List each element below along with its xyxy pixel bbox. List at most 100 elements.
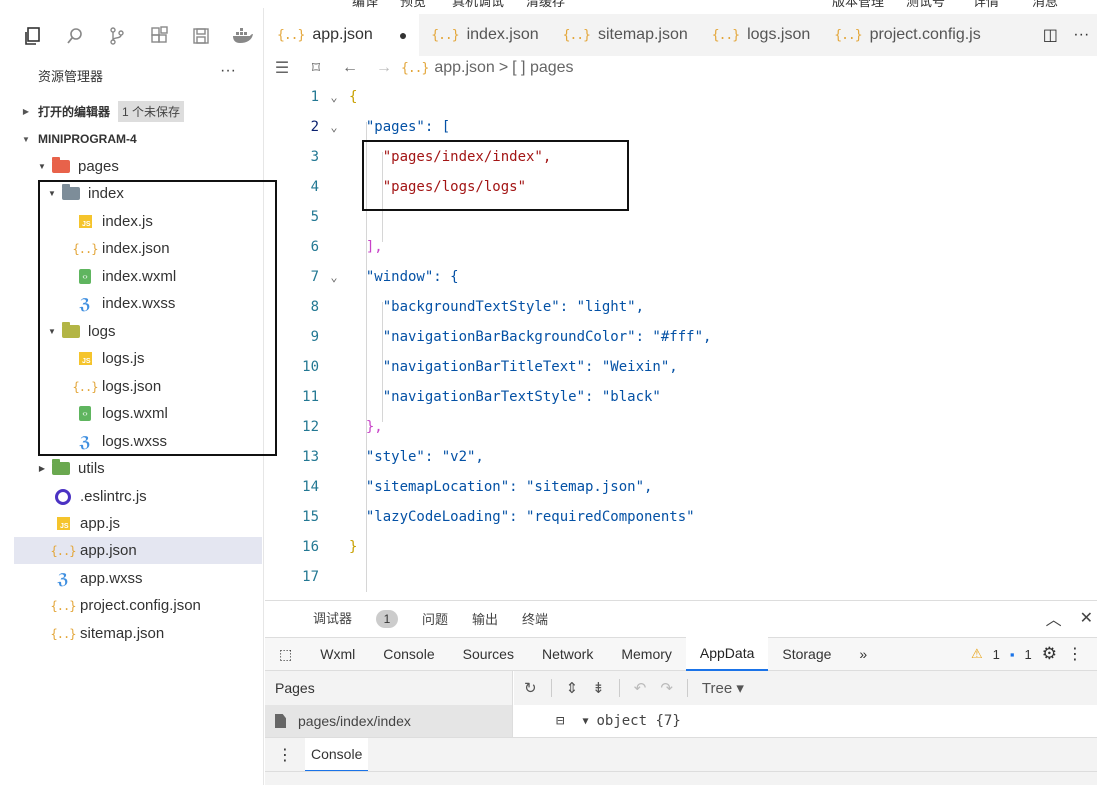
tree-file-sitemap[interactable]: {..} sitemap.json (50, 620, 262, 647)
tab-storage[interactable]: Storage (768, 637, 845, 671)
back-arrow-icon[interactable]: ← (333, 59, 367, 77)
folder-icon (50, 157, 72, 175)
code-line: 6 ], (310, 239, 383, 255)
message-icon[interactable]: ▪ (1010, 647, 1015, 662)
object-node[interactable]: object {7} (596, 713, 680, 729)
code-line: 2 ⌄ "pages": [ (310, 119, 451, 135)
json-file-icon: {..} (834, 27, 862, 43)
code-editor[interactable]: 1 ⌄ { 2 ⌄ "pages": [ 3 "pages/index/index"… (265, 82, 1097, 592)
tab-sources[interactable]: Sources (449, 637, 528, 671)
devtools-panel-tabs: ⬚ Wxml Console Sources Network Memory Ap… (265, 637, 1097, 671)
refresh-icon[interactable]: ↻ (524, 679, 537, 697)
split-editor-icon[interactable]: ◫ (1043, 25, 1058, 45)
tab-project-config[interactable]: {..} project.config.js (822, 14, 993, 56)
outline-list-icon[interactable]: ☰ (265, 58, 299, 78)
devtools-top-tabs: 调试器 1 问题 输出 终端 ︿ ✕ (265, 601, 1097, 635)
devtools-panel: 调试器 1 问题 输出 终端 ︿ ✕ ⬚ Wxml Console Sources… (265, 600, 1097, 785)
json-file-icon: {..} (50, 543, 77, 558)
tree-file-app-js[interactable]: JS app.js (52, 510, 262, 537)
wxss-file-icon: ℨ (57, 569, 69, 588)
more-actions-icon[interactable]: ··· (1073, 26, 1089, 44)
tab-console[interactable]: Console (369, 637, 448, 671)
pages-list-item[interactable]: pages/index/index (265, 705, 513, 737)
top-menu-strip: 编译 预览 真机调试 清缓存 版本管理 测试号 详情 消息 (0, 0, 1097, 8)
tree-folder-pages[interactable]: ▼ pages (34, 153, 262, 180)
tree-folder-utils[interactable]: ▶ utils (34, 455, 262, 482)
menu-compile[interactable]: 编译 (352, 0, 378, 8)
unsaved-badge: 1 个未保存 (118, 100, 185, 122)
tab-sitemap-json[interactable]: {..} sitemap.json (550, 14, 700, 56)
breadcrumb-file[interactable]: app.json (434, 59, 495, 77)
code-line: 17 (302, 569, 319, 585)
expand-all-icon[interactable]: ⇕ (566, 679, 579, 697)
fold-chevron-icon: ⌄ (330, 120, 338, 134)
tab-appdata[interactable]: AppData (685, 637, 769, 671)
collapse-all-icon[interactable]: ⇟ (592, 679, 605, 697)
project-section[interactable]: ▼ MINIPROGRAM-4 (14, 126, 262, 152)
tab-app-json[interactable]: {..} app.json ● (265, 14, 420, 56)
tab-memory[interactable]: Memory (607, 637, 686, 671)
breadcrumb-sep: > (498, 59, 509, 76)
unsaved-dot-icon[interactable]: ● (399, 27, 407, 43)
chevron-up-icon[interactable]: ︿ (1046, 606, 1062, 630)
menu-test-account[interactable]: 测试号 (906, 0, 945, 8)
tab-debugger[interactable]: 调试器 1 (289, 608, 399, 628)
node-menu-icon[interactable]: ⊟ (556, 713, 564, 729)
explorer-panel: 资源管理器 ··· ▶ 打开的编辑器 1 个未保存 ▼ MINIPROGRAM-… (0, 8, 277, 785)
menu-details[interactable]: 详情 (973, 0, 999, 8)
json-file-icon: {..} (711, 27, 740, 43)
tree-mode-select[interactable]: Tree ▾ (702, 679, 744, 697)
chevron-right-icon: ▶ (38, 464, 46, 473)
annotation-box-tree (38, 180, 277, 456)
code-line: 11 "navigationBarTextStyle": "black" (302, 389, 661, 405)
gear-icon[interactable]: ⚙ (1042, 644, 1057, 664)
close-icon[interactable]: ✕ (1080, 608, 1093, 628)
breadcrumb-node[interactable]: [ ] pages (512, 59, 573, 77)
menu-version[interactable]: 版本管理 (832, 0, 884, 8)
forward-arrow-icon[interactable]: → (367, 59, 401, 77)
tab-index-json[interactable]: {..} index.json (419, 14, 551, 56)
extensions-icon[interactable] (140, 22, 178, 50)
document-icon (275, 714, 286, 728)
json-file-icon: {..} (50, 626, 77, 641)
kebab-menu-icon[interactable]: ⋮ (1067, 644, 1083, 664)
save-icon[interactable] (182, 22, 220, 50)
fold-chevron-icon: ⌄ (330, 270, 338, 284)
tab-output[interactable]: 输出 (472, 609, 498, 628)
bookmark-icon[interactable]: ⌑ (299, 58, 333, 78)
menu-clear-cache[interactable]: 清缓存 (526, 0, 565, 8)
eslint-file-icon (52, 488, 74, 505)
json-file-icon: {..} (401, 60, 429, 76)
tab-console-drawer[interactable]: Console (305, 737, 369, 772)
tab-problems[interactable]: 问题 (422, 609, 448, 628)
tab-logs-json[interactable]: {..} logs.json (699, 14, 823, 56)
open-editors-section[interactable]: ▶ 打开的编辑器 1 个未保存 (14, 98, 262, 124)
code-line: 13 "style": "v2", (302, 449, 484, 465)
explorer-more-icon[interactable]: ··· (220, 62, 236, 80)
chevron-down-icon[interactable]: ▼ (582, 716, 588, 727)
kebab-menu-icon[interactable]: ⋮ (265, 745, 305, 765)
source-control-icon[interactable] (98, 22, 136, 50)
docker-icon[interactable] (224, 22, 262, 50)
debugger-count-badge: 1 (376, 610, 399, 628)
menu-messages[interactable]: 消息 (1032, 0, 1058, 8)
tree-file-app-wxss[interactable]: ℨ app.wxss (52, 565, 262, 592)
tree-file-app-json[interactable]: {..} app.json (14, 537, 262, 564)
tab-terminal[interactable]: 终端 (522, 609, 548, 628)
warning-icon[interactable]: ⚠ (971, 646, 983, 662)
undo-icon[interactable]: ↶ (634, 679, 647, 697)
breadcrumb: ☰ ⌑ ← → {..} app.json > [ ] pages (265, 56, 1097, 80)
more-tabs-icon[interactable]: » (845, 637, 881, 671)
files-icon[interactable] (14, 22, 52, 50)
search-icon[interactable] (56, 22, 94, 50)
tab-wxml[interactable]: Wxml (306, 637, 369, 671)
tree-file-project-config[interactable]: {..} project.config.json (51, 592, 262, 619)
redo-icon[interactable]: ↷ (660, 679, 673, 697)
menu-preview[interactable]: 预览 (400, 0, 426, 8)
editor-tabs: {..} app.json ● {..} index.json {..} sit… (265, 14, 1097, 56)
menu-remote-debug[interactable]: 真机调试 (452, 0, 504, 8)
tab-network[interactable]: Network (528, 637, 607, 671)
inspect-cursor-icon[interactable]: ⬚ (265, 637, 306, 671)
tree-file-eslintrc[interactable]: .eslintrc.js (52, 483, 262, 510)
json-file-icon: {..} (562, 27, 591, 43)
